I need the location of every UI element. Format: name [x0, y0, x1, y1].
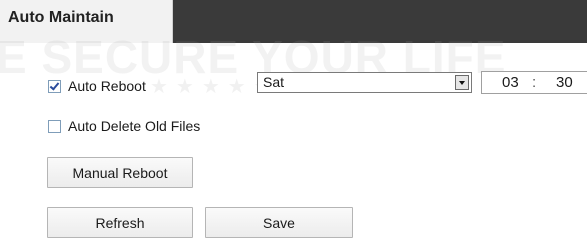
reboot-time-hour[interactable]: 03 [502, 74, 519, 91]
auto-delete-checkbox[interactable] [48, 119, 61, 133]
auto-reboot-row: Auto Reboot [48, 76, 146, 96]
save-button[interactable]: Save [205, 207, 353, 238]
reboot-time-separator: : [532, 74, 537, 91]
auto-delete-label: Auto Delete Old Files [68, 118, 201, 134]
tab-label: Auto Maintain [8, 9, 114, 26]
reboot-day-value: Sat [263, 74, 285, 90]
tab-strip: Auto Maintain [0, 0, 587, 43]
auto-delete-row: Auto Delete Old Files [48, 116, 200, 136]
reboot-day-select[interactable]: Sat [257, 72, 472, 93]
reboot-time-input[interactable]: 03 : 30 [481, 71, 587, 94]
auto-reboot-checkbox[interactable] [48, 79, 61, 93]
chevron-down-icon[interactable] [455, 75, 469, 90]
manual-reboot-button[interactable]: Manual Reboot [47, 157, 193, 188]
reboot-time-minute[interactable]: 30 [556, 74, 573, 91]
tab-auto-maintain[interactable]: Auto Maintain [0, 0, 173, 43]
auto-reboot-label: Auto Reboot [68, 78, 146, 94]
refresh-button[interactable]: Refresh [47, 207, 193, 238]
